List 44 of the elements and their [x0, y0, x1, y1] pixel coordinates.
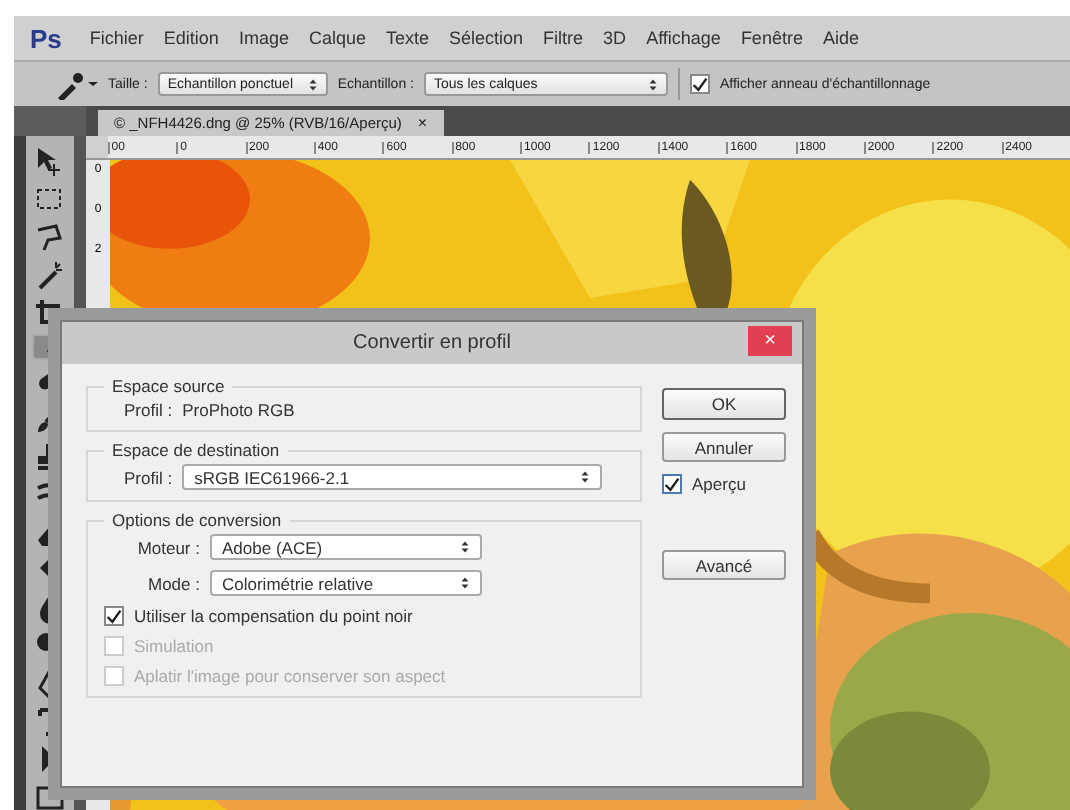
menu-item[interactable]: Filtre: [543, 28, 584, 48]
checkbox-label: Simulation: [134, 636, 214, 656]
profile-dropdown[interactable]: sRGB IEC61966-2.1: [182, 464, 603, 490]
dialog-title: Convertir en profil: [353, 332, 511, 354]
group-title: Espace source: [110, 376, 227, 396]
eyedropper-icon[interactable]: [54, 68, 98, 100]
menu-item[interactable]: Texte: [386, 28, 430, 48]
engine-dropdown[interactable]: Adobe (ACE): [210, 534, 482, 560]
menu-item[interactable]: Calque: [308, 28, 366, 48]
checkbox-label: Aplatir l'image pour conserver son aspect: [134, 666, 446, 686]
checkbox[interactable]: [104, 606, 124, 626]
preview-label: Aperçu: [692, 474, 746, 494]
engine-label: Moteur :: [135, 537, 200, 557]
ring-checkbox[interactable]: [689, 74, 710, 94]
profile-label: Profil :: [122, 467, 173, 487]
spinner-icon: [460, 540, 470, 554]
profile-label: Profil :: [122, 400, 173, 420]
menu-item[interactable]: 3D: [603, 28, 627, 48]
checkbox-label: Utiliser la compensation du point noir: [134, 606, 413, 626]
group-title: Options de conversion: [110, 510, 284, 530]
menu-item[interactable]: Edition: [163, 28, 219, 48]
mode-label: Mode :: [146, 573, 200, 593]
lasso-icon[interactable]: [32, 220, 68, 256]
preview-checkbox[interactable]: [662, 474, 682, 494]
spinner-icon: [460, 576, 470, 590]
group-title: Espace de destination: [110, 440, 282, 460]
close-button[interactable]: ×: [748, 326, 792, 356]
menu-item[interactable]: Affichage: [646, 28, 721, 48]
app-logo[interactable]: Ps: [30, 23, 62, 53]
advanced-button[interactable]: Avancé: [662, 550, 786, 580]
menu-item[interactable]: Aide: [822, 28, 859, 48]
dialog-button[interactable]: Annuler: [662, 432, 786, 462]
spinner-icon: [580, 470, 591, 484]
menu-item[interactable]: Fenêtre: [740, 28, 803, 48]
spinner-icon: [647, 77, 658, 91]
ruler-corner: [86, 136, 108, 158]
menu-item[interactable]: Sélection: [449, 28, 524, 48]
source-profile-value: ProPhoto RGB: [182, 400, 295, 420]
spinner-icon: [307, 77, 318, 91]
tab-close-button[interactable]: ×: [417, 114, 428, 132]
menu-item[interactable]: Image: [238, 28, 289, 48]
dialog-button[interactable]: OK: [662, 388, 786, 420]
menu-item[interactable]: Fichier: [89, 28, 144, 48]
mode-dropdown[interactable]: Colorimétrie relative: [210, 570, 482, 596]
